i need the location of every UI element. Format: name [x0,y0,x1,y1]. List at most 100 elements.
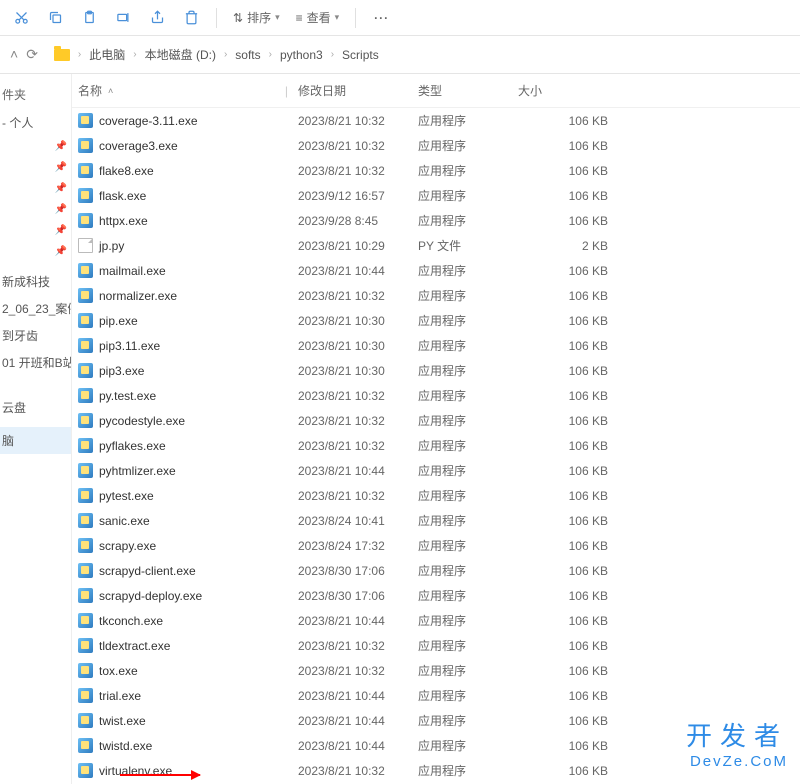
file-size: 106 KB [518,714,638,728]
pin-icon: 📌 [55,246,67,257]
file-icon [78,738,93,753]
file-type: 应用程序 [418,662,518,679]
more-button[interactable]: ··· [366,11,397,25]
file-row[interactable]: pytest.exe2023/8/21 10:32应用程序106 KB [72,483,800,508]
sidebar-pinned-item[interactable]: 📌 [0,199,71,220]
sidebar-pinned-item[interactable]: 📌 [0,178,71,199]
rename-button[interactable] [108,3,138,33]
crumb-drive[interactable]: 本地磁盘 (D:) [145,46,216,63]
col-date[interactable]: 修改日期 [298,82,418,99]
breadcrumb[interactable]: › 此电脑 › 本地磁盘 (D:) › softs › python3 › Sc… [48,46,379,63]
file-row[interactable]: scrapyd-client.exe2023/8/30 17:06应用程序106… [72,558,800,583]
file-row[interactable]: jp.py2023/8/21 10:29PY 文件2 KB [72,233,800,258]
refresh-button[interactable]: ⟳ [26,46,38,63]
pin-icon: 📌 [55,183,67,194]
file-date: 2023/8/21 10:30 [298,339,418,353]
file-row[interactable]: pip.exe2023/8/21 10:30应用程序106 KB [72,308,800,333]
file-type: 应用程序 [418,687,518,704]
file-icon [78,388,93,403]
col-size[interactable]: 大小 [518,82,638,99]
file-type: 应用程序 [418,262,518,279]
sidebar-quick-user[interactable]: - 个人 [0,109,71,136]
file-name: twistd.exe [99,739,152,753]
file-row[interactable]: tkconch.exe2023/8/21 10:44应用程序106 KB [72,608,800,633]
file-size: 2 KB [518,239,638,253]
crumb-python3[interactable]: python3 [280,48,323,62]
file-row[interactable]: tldextract.exe2023/8/21 10:32应用程序106 KB [72,633,800,658]
file-icon [78,463,93,478]
file-row[interactable]: pyflakes.exe2023/8/21 10:32应用程序106 KB [72,433,800,458]
file-date: 2023/8/24 10:41 [298,514,418,528]
sidebar-pinned-item[interactable]: 📌 [0,157,71,178]
file-row[interactable]: flake8.exe2023/8/21 10:32应用程序106 KB [72,158,800,183]
up-button[interactable]: ˄ [10,46,18,63]
crumb-scripts[interactable]: Scripts [342,48,379,62]
file-size: 106 KB [518,664,638,678]
file-type: 应用程序 [418,212,518,229]
file-size: 106 KB [518,414,638,428]
col-name[interactable]: 名称˄| [78,82,298,99]
file-row[interactable]: trial.exe2023/8/21 10:44应用程序106 KB [72,683,800,708]
file-row[interactable]: scrapyd-deploy.exe2023/8/30 17:06应用程序106… [72,583,800,608]
pin-icon: 📌 [55,225,67,236]
share-button[interactable] [142,3,172,33]
chevron-right-icon: › [331,49,334,60]
file-date: 2023/8/21 10:32 [298,639,418,653]
file-name: pyflakes.exe [99,439,166,453]
file-date: 2023/8/21 10:44 [298,614,418,628]
file-name: twist.exe [99,714,146,728]
file-name: jp.py [99,239,124,253]
col-type[interactable]: 类型 [418,82,518,99]
sidebar-pinned-item[interactable]: 📌 [0,220,71,241]
view-dropdown[interactable]: ≡ 查看 ▾ [290,5,346,30]
paste-button[interactable] [74,3,104,33]
file-name: pip3.11.exe [99,339,160,353]
file-date: 2023/8/21 10:32 [298,389,418,403]
sidebar-pinned-item[interactable]: 📌 [0,136,71,157]
file-type: 应用程序 [418,637,518,654]
file-row[interactable]: pip3.11.exe2023/8/21 10:30应用程序106 KB [72,333,800,358]
sidebar-item[interactable]: 2_06_23_案例 [0,295,71,322]
file-size: 106 KB [518,164,638,178]
cut-button[interactable] [6,3,36,33]
sidebar-item[interactable]: 01 开班和B站 [0,349,71,376]
file-row[interactable]: normalizer.exe2023/8/21 10:32应用程序106 KB [72,283,800,308]
crumb-softs[interactable]: softs [235,48,260,62]
file-date: 2023/8/30 17:06 [298,564,418,578]
file-type: 应用程序 [418,587,518,604]
copy-button[interactable] [40,3,70,33]
sidebar-item[interactable]: 新成科技 [0,268,71,295]
file-type: 应用程序 [418,362,518,379]
file-size: 106 KB [518,514,638,528]
file-name: pytest.exe [99,489,154,503]
delete-button[interactable] [176,3,206,33]
file-row[interactable]: tox.exe2023/8/21 10:32应用程序106 KB [72,658,800,683]
file-size: 106 KB [518,114,638,128]
file-icon [78,413,93,428]
file-name: flask.exe [99,189,146,203]
file-row[interactable]: sanic.exe2023/8/24 10:41应用程序106 KB [72,508,800,533]
sort-dropdown[interactable]: ⇅ 排序 ▾ [227,5,286,30]
chevron-right-icon: › [269,49,272,60]
sidebar-item[interactable]: 到牙齿 [0,322,71,349]
file-row[interactable]: pip3.exe2023/8/21 10:30应用程序106 KB [72,358,800,383]
sidebar-item-pc[interactable]: 脑 [0,427,71,454]
sidebar-pinned-item[interactable]: 📌 [0,241,71,262]
file-row[interactable]: scrapy.exe2023/8/24 17:32应用程序106 KB [72,533,800,558]
file-row[interactable]: pyhtmlizer.exe2023/8/21 10:44应用程序106 KB [72,458,800,483]
sort-asc-icon: ˄ [108,86,113,96]
file-size: 106 KB [518,489,638,503]
crumb-pc[interactable]: 此电脑 [89,46,125,63]
file-row[interactable]: py.test.exe2023/8/21 10:32应用程序106 KB [72,383,800,408]
file-type: PY 文件 [418,237,518,254]
sidebar-item-cloud[interactable]: 云盘 [0,394,71,421]
file-row[interactable]: coverage-3.11.exe2023/8/21 10:32应用程序106 … [72,108,800,133]
file-row[interactable]: httpx.exe2023/9/28 8:45应用程序106 KB [72,208,800,233]
file-date: 2023/8/21 10:32 [298,489,418,503]
file-date: 2023/8/21 10:44 [298,264,418,278]
file-row[interactable]: flask.exe2023/9/12 16:57应用程序106 KB [72,183,800,208]
file-row[interactable]: coverage3.exe2023/8/21 10:32应用程序106 KB [72,133,800,158]
file-row[interactable]: pycodestyle.exe2023/8/21 10:32应用程序106 KB [72,408,800,433]
file-row[interactable]: mailmail.exe2023/8/21 10:44应用程序106 KB [72,258,800,283]
file-name: httpx.exe [99,214,148,228]
